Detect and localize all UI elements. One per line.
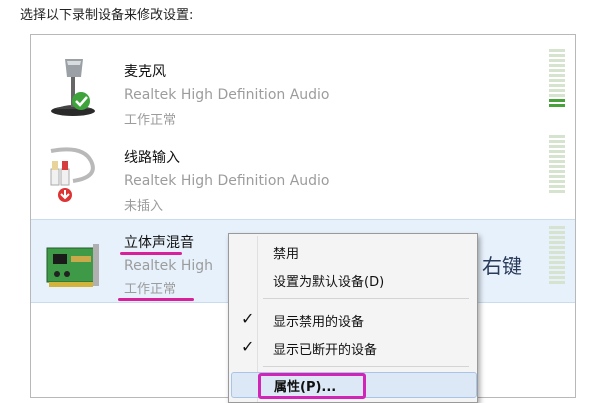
device-description: Realtek High Definition Audio (124, 173, 330, 189)
properties-highlight-box (258, 373, 366, 399)
highlight-underline-status (118, 298, 194, 301)
sound-card-icon (46, 244, 99, 287)
menu-item-show-disconnected[interactable]: ✓ 显示已断开的设备 (231, 334, 475, 360)
device-name: 立体声混音 (124, 235, 194, 251)
device-description: Realtek High (124, 258, 214, 274)
level-meter (549, 135, 565, 205)
menu-item-label: 设置为默认设备(D) (273, 275, 385, 290)
device-item-line-in[interactable]: 线路输入 Realtek High Definition Audio 未插入 (31, 129, 575, 214)
menu-item-show-disabled[interactable]: ✓ 显示禁用的设备 (231, 306, 475, 332)
highlight-underline-name (120, 252, 182, 255)
menu-item-set-default[interactable]: 设置为默认设备(D) (231, 266, 475, 292)
device-description: Realtek High Definition Audio (124, 87, 330, 103)
level-meter (549, 226, 565, 296)
device-status: 工作正常 (124, 113, 177, 128)
menu-item-label: 显示禁用的设备 (273, 315, 365, 330)
check-icon: ✓ (241, 337, 255, 356)
device-status: 未插入 (124, 199, 164, 214)
menu-separator (263, 366, 469, 367)
device-item-microphone[interactable]: 麦克风 Realtek High Definition Audio 工作正常 (31, 43, 575, 128)
instruction-text: 选择以下录制设备来修改设置: (20, 8, 194, 23)
microphone-icon (51, 59, 95, 116)
line-in-cable-icon (50, 147, 95, 202)
menu-item-label: 禁用 (273, 247, 300, 262)
menu-separator (263, 298, 469, 299)
menu-item-label: 显示已断开的设备 (273, 343, 378, 358)
level-meter (549, 49, 565, 119)
right-click-annotation: 右键 (482, 254, 522, 278)
device-name: 麦克风 (124, 64, 166, 80)
check-icon: ✓ (241, 309, 255, 328)
menu-item-disable[interactable]: 禁用 (231, 238, 475, 264)
device-name: 线路输入 (124, 150, 180, 166)
device-status: 工作正常 (124, 282, 177, 297)
